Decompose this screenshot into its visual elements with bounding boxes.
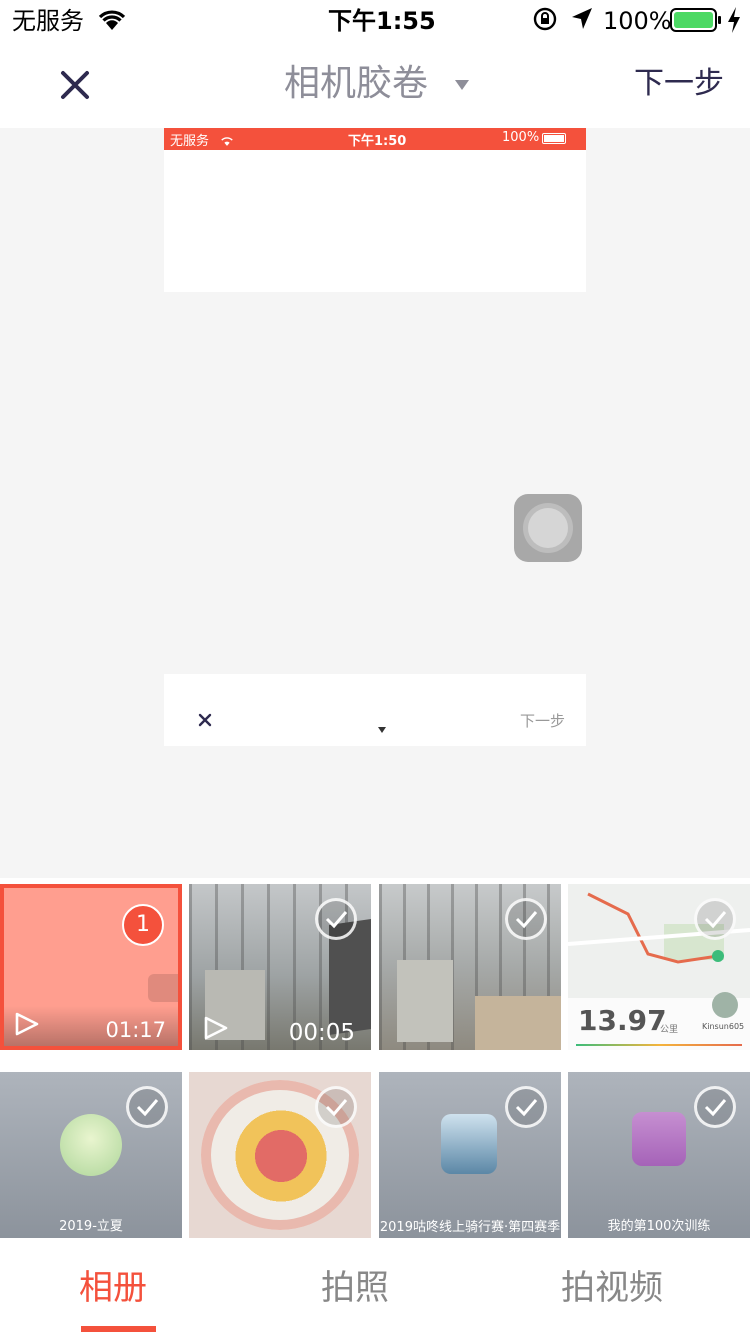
assistive-touch-button: [514, 494, 582, 562]
preview-wifi-icon: [220, 132, 234, 151]
thumbnail-caption: 2019咕咚线上骑行赛·第四赛季: [379, 1220, 561, 1235]
media-grid: 1 01:17 00:05 13.97 公里 Kinsun605 2019-立夏…: [0, 884, 750, 1238]
tab-photo[interactable]: 拍照: [310, 1268, 400, 1308]
album-selector[interactable]: 相机胶卷: [284, 62, 469, 106]
grid-item[interactable]: 我的第100次训练: [568, 1072, 750, 1238]
tab-album[interactable]: 相册: [68, 1268, 158, 1308]
carrier-label: 无服务: [12, 7, 84, 35]
status-bar: 无服务 下午1:55 100%: [0, 0, 750, 42]
battery-icon: [670, 8, 722, 43]
preview-next-label: 下一步: [520, 712, 566, 730]
preview-screenshot-top: 无服务 下午1:50 100%: [164, 128, 586, 292]
run-username: Kinsun605: [702, 1022, 745, 1031]
preview-time: 下午1:50: [348, 134, 407, 149]
chevron-down-icon: [454, 76, 470, 95]
select-check-icon[interactable]: [694, 1086, 736, 1128]
next-button[interactable]: 下一步: [634, 64, 724, 104]
battery-percent: 100%: [603, 7, 672, 35]
medal-badge: [60, 1114, 122, 1176]
preview-close-icon: [198, 712, 212, 731]
medal-badge: [632, 1112, 686, 1166]
charging-icon: [726, 6, 742, 43]
grid-item[interactable]: [189, 1072, 371, 1238]
select-check-icon[interactable]: [126, 1086, 168, 1128]
grid-item[interactable]: 13.97 公里 Kinsun605: [568, 884, 750, 1050]
select-check-icon[interactable]: [505, 1086, 547, 1128]
media-preview: 无服务 下午1:50 100% 下一步: [0, 128, 750, 878]
thumbnail-caption: 2019-立夏: [59, 1219, 123, 1234]
avatar: [712, 992, 738, 1018]
select-check-icon[interactable]: [505, 898, 547, 940]
video-duration: 01:17: [105, 1018, 166, 1042]
run-distance: 13.97: [578, 1004, 667, 1037]
preview-battery-icon: [542, 133, 566, 144]
location-icon: [570, 6, 594, 41]
medal-badge: [441, 1114, 497, 1174]
active-tab-indicator: [81, 1326, 156, 1332]
grid-item[interactable]: 2019-立夏: [0, 1072, 182, 1238]
thumbnail-caption: 我的第100次训练: [607, 1219, 711, 1234]
select-check-icon[interactable]: [315, 898, 357, 940]
preview-chevron-down-icon: [378, 718, 386, 737]
grid-item[interactable]: [379, 884, 561, 1050]
close-icon[interactable]: [58, 68, 92, 102]
preview-battery-percent: 100%: [502, 130, 540, 145]
grid-item[interactable]: 2019咕咚线上骑行赛·第四赛季: [379, 1072, 561, 1238]
assistive-touch-thumbnail: [148, 974, 178, 1002]
preview-carrier: 无服务: [170, 134, 210, 149]
album-title: 相机胶卷: [284, 63, 429, 104]
select-check-icon[interactable]: [315, 1086, 357, 1128]
run-distance-unit: 公里: [660, 1025, 679, 1035]
preview-status-bar: 无服务 下午1:50 100%: [164, 128, 586, 150]
bottom-tab-bar: 相册 拍照 拍视频: [0, 1238, 750, 1334]
preview-screenshot-nav: 下一步: [164, 674, 586, 746]
video-play-icon: [14, 1012, 40, 1040]
video-play-icon: [203, 1016, 229, 1044]
select-check-icon[interactable]: [694, 898, 736, 940]
rotation-lock-icon: [532, 6, 558, 41]
video-duration: 00:05: [288, 1020, 355, 1046]
wifi-icon: [96, 6, 128, 41]
grid-item[interactable]: 1 01:17: [0, 884, 182, 1050]
tab-video[interactable]: 拍视频: [552, 1268, 672, 1308]
selection-count-badge: 1: [122, 904, 164, 946]
status-time: 下午1:55: [328, 7, 436, 35]
nav-bar: 相机胶卷 下一步: [0, 42, 750, 128]
grid-item[interactable]: 00:05: [189, 884, 371, 1050]
